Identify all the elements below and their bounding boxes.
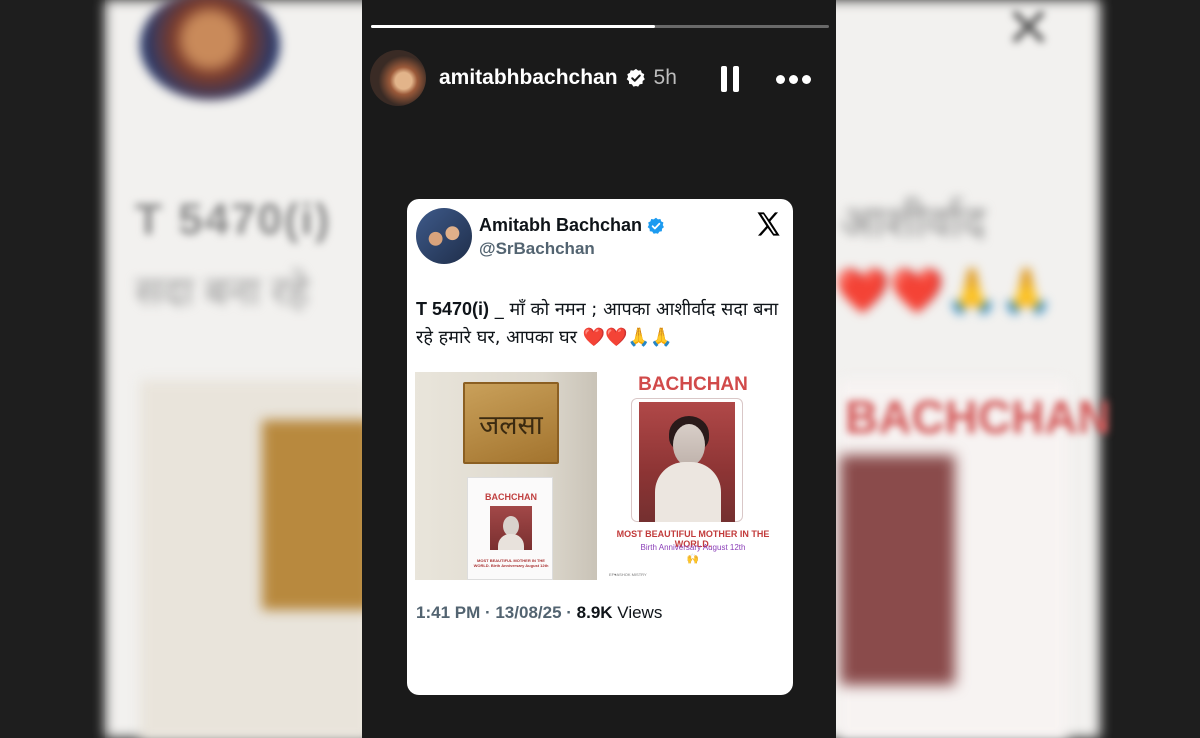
tweet-views-count: 8.9K — [576, 603, 613, 622]
poster-hands: 🙌 — [686, 554, 700, 565]
verified-icon — [626, 68, 645, 87]
tweet-time: 1:41 PM · 13/08/25 · — [416, 603, 577, 622]
tweet-text-id: T 5470(i) — [416, 299, 490, 319]
tweet-text: T 5470(i) _ माँ को नमन ; आपका आशीर्वाद स… — [416, 295, 786, 352]
bg-nameplate — [262, 420, 372, 610]
nameplate: जलसा — [463, 382, 559, 464]
story-username[interactable]: amitabhbachchan — [439, 66, 618, 90]
story-progress-fill — [371, 25, 655, 28]
tweet-author-name-text: Amitabh Bachchan — [479, 215, 643, 235]
story-progress-track — [371, 25, 829, 28]
poster-credit: EF♥ASHOK MISTRY — [609, 572, 647, 577]
story-header: amitabhbachchan 5h — [370, 48, 828, 108]
tweet-emojis: ❤️❤️🙏🙏 — [582, 327, 673, 348]
pause-icon[interactable] — [721, 66, 745, 94]
bg-text-line: सदा बना रहे — [135, 270, 309, 314]
bg-poster-title: BACHCHAN — [845, 391, 1111, 443]
tweet-media[interactable]: जलसा BACHCHAN MOST BEAUTIFUL MOTHER IN T… — [415, 372, 785, 582]
bg-text-right: आशीर्वाद — [840, 198, 986, 247]
tweet-author-name: Amitabh Bachchan — [479, 215, 665, 236]
verified-icon — [647, 217, 664, 234]
tweet-card[interactable]: Amitabh Bachchan @SrBachchan T 5470(i) _… — [407, 199, 793, 695]
story-time: 5h — [653, 66, 677, 89]
bg-portrait — [840, 455, 955, 685]
tweet-avatar — [416, 208, 472, 264]
poster-anniversary: Birth Anniversary August 12th — [640, 543, 746, 552]
more-icon[interactable] — [776, 72, 816, 86]
tweet-meta: 1:41 PM · 13/08/25 · 8.9K Views — [416, 603, 662, 623]
media-photo-left[interactable]: जलसा BACHCHAN MOST BEAUTIFUL MOTHER IN T… — [415, 372, 597, 580]
media-photo-right[interactable]: BACHCHAN MOST BEAUTIFUL MOTHER IN THE WO… — [601, 372, 785, 582]
portrait-photo — [639, 402, 735, 522]
tweet-handle: @SrBachchan — [479, 239, 595, 258]
story-avatar[interactable] — [370, 50, 426, 106]
bg-emojis: ❤️❤️🙏🙏 — [835, 267, 1055, 316]
poster-small-caption: MOST BEAUTIFUL MOTHER IN THE WORLD. Birt… — [473, 558, 549, 568]
story-viewer[interactable]: amitabhbachchan 5h Amitabh Bachchan @SrB… — [362, 0, 836, 738]
x-logo-icon — [757, 212, 780, 236]
poster-title: BACHCHAN — [638, 374, 748, 395]
poster-small: BACHCHAN MOST BEAUTIFUL MOTHER IN THE WO… — [467, 477, 553, 580]
bg-right-edge — [1100, 0, 1200, 738]
bg-left-edge — [0, 0, 105, 738]
poster-small-title: BACHCHAN — [485, 492, 537, 502]
bg-text-id: T 5470(i) — [135, 195, 332, 244]
bg-x-logo: ✕ — [1005, 0, 1052, 59]
tweet-views-label: Views — [612, 603, 663, 622]
